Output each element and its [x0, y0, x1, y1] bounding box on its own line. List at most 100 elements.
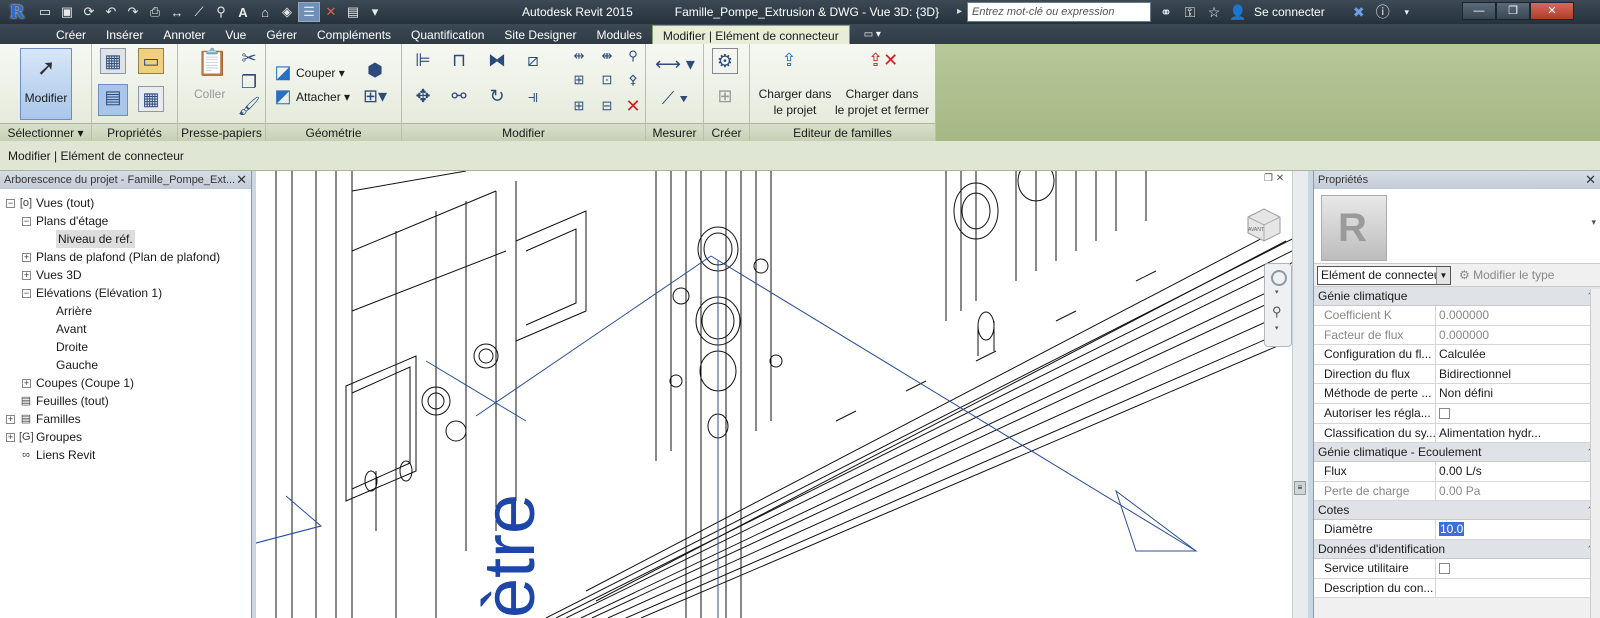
property-value[interactable]: Bidirectionnel	[1439, 367, 1511, 381]
align-icon[interactable]: ⊫	[410, 48, 436, 74]
property-value-cell[interactable]: 0.000000	[1436, 326, 1600, 345]
tree-node[interactable]: ▤ Feuilles (tout)	[0, 392, 251, 410]
application-menu-button[interactable]: R	[0, 0, 34, 24]
text-icon[interactable]: A	[232, 2, 254, 22]
redo-icon[interactable]: ↷	[122, 2, 144, 22]
property-value-cell[interactable]: 0.00 L/s	[1436, 462, 1600, 481]
cut-geometry-icon[interactable]: ◪	[270, 60, 296, 86]
viewcube-face[interactable]: AVANT	[1248, 227, 1264, 233]
category-params-icon[interactable]: ▦	[138, 86, 164, 112]
aligned-dimension-icon[interactable]: ⟋ ▾	[652, 86, 698, 112]
type-dropdown-icon[interactable]: ▾	[1591, 217, 1596, 228]
element-type-select[interactable]: Elément de connecteur ▼	[1317, 266, 1451, 285]
tree-node[interactable]: − Elévations (Elévation 1)	[0, 284, 251, 302]
property-value-cell[interactable]	[1436, 404, 1600, 423]
customize-qat-icon[interactable]: ▾	[364, 2, 386, 22]
mirror-draw-icon[interactable]: ⧄	[520, 48, 546, 74]
tree-node[interactable]: − [o] Vues (tout)	[0, 194, 251, 212]
property-value-cell[interactable]: 0.00 Pa	[1436, 482, 1600, 501]
switch-windows-icon[interactable]: ▤	[342, 2, 364, 22]
property-group-header[interactable]: Cotes⌃	[1314, 501, 1600, 521]
offset-icon[interactable]: ⊓	[446, 48, 472, 74]
modify-type-button[interactable]: ⚙ Modifier le type	[1459, 266, 1554, 285]
help-icon[interactable]: ⓘ	[1371, 2, 1395, 22]
paste-icon[interactable]: 📋	[196, 49, 228, 76]
search-expand-icon[interactable]: ▸	[957, 6, 962, 17]
property-group-header[interactable]: Données d'identification⌃	[1314, 539, 1600, 559]
tree-node[interactable]: Droite	[0, 338, 251, 356]
save-icon[interactable]: ▣	[56, 2, 78, 22]
scale-icon[interactable]: ⊡	[594, 68, 620, 94]
tag-icon[interactable]: ⚲	[210, 2, 232, 22]
join-geometry-icon[interactable]: ◩	[270, 84, 296, 110]
property-value[interactable]: 0.000000	[1439, 328, 1489, 342]
wall-joins-icon[interactable]: ⬢	[362, 58, 388, 84]
mirror-axis-icon[interactable]: ⧓	[484, 48, 510, 74]
tree-node[interactable]: + Vues 3D	[0, 266, 251, 284]
dimension-icon[interactable]: ⟋	[188, 2, 210, 22]
copy-icon[interactable]: ❐	[236, 70, 262, 96]
tree-node[interactable]: Gauche	[0, 356, 251, 374]
property-value[interactable]: Alimentation hydr...	[1439, 426, 1541, 440]
restore-button[interactable]: ❐	[1496, 2, 1530, 20]
steeringwheel-icon[interactable]	[1271, 270, 1287, 286]
expand-icon[interactable]: +	[22, 253, 31, 262]
viewport-scrollbar[interactable]: ≡	[1292, 171, 1308, 618]
user-icon[interactable]: 👤	[1226, 4, 1250, 21]
load-and-close-icon[interactable]: ⇪✕	[868, 48, 898, 74]
collapse-icon[interactable]: −	[6, 199, 15, 208]
property-checkbox[interactable]	[1439, 563, 1450, 575]
tab-modules[interactable]: Modules	[586, 25, 651, 45]
tab-site-designer[interactable]: Site Designer	[494, 25, 586, 45]
create-group-icon[interactable]: ⊞	[712, 84, 738, 110]
subscription-icon[interactable]: ⚿	[1178, 4, 1202, 21]
tree-node[interactable]: − Plans d'étage	[0, 212, 251, 230]
sync-icon[interactable]: ⟳	[78, 2, 100, 22]
3d-view-icon[interactable]: ⌂	[254, 2, 276, 22]
property-value-cell[interactable]: 10.0	[1436, 520, 1600, 539]
tree-node[interactable]: Arrière	[0, 302, 251, 320]
expand-icon[interactable]: +	[22, 379, 31, 388]
tab-complements[interactable]: Compléments	[307, 25, 401, 45]
tree-node[interactable]: + Plans de plafond (Plan de plafond)	[0, 248, 251, 266]
expand-icon[interactable]: +	[22, 271, 31, 280]
property-checkbox[interactable]	[1439, 408, 1450, 420]
exchange-apps-icon[interactable]: ✖	[1347, 4, 1371, 21]
measure-distance-icon[interactable]: ⟷ ▾	[652, 52, 698, 78]
scroll-thumb[interactable]: ≡	[1294, 481, 1306, 495]
tree-node[interactable]: + [G] Groupes	[0, 428, 251, 446]
type-properties-icon[interactable]: ▦	[100, 48, 126, 74]
modify-button[interactable]: ➚ Modifier	[20, 48, 72, 120]
property-value-cell[interactable]: Alimentation hydr...	[1436, 424, 1600, 443]
diameter-input[interactable]: 10.0	[1439, 522, 1465, 537]
panel-select-label[interactable]: Sélectionner ▾	[0, 123, 91, 141]
load-into-project-icon[interactable]: ⇪	[776, 48, 802, 74]
section-icon[interactable]: ◈	[276, 2, 298, 22]
trim-single-icon[interactable]: ⊞	[566, 94, 592, 120]
viewport-restore-icon[interactable]: ❐ ✕	[1264, 173, 1284, 184]
tab-quantification[interactable]: Quantification	[401, 25, 494, 45]
property-value[interactable]: Non défini	[1439, 386, 1493, 400]
expand-icon[interactable]: +	[6, 415, 15, 424]
zoom-icon[interactable]: ⚲	[1272, 304, 1282, 320]
close-button[interactable]: ✕	[1530, 2, 1574, 20]
properties-scrollbar[interactable]	[1590, 289, 1600, 618]
help-dropdown-icon[interactable]: ▾	[1395, 7, 1419, 18]
tab-gerer[interactable]: Gérer	[256, 25, 307, 45]
ribbon-minimize-icon[interactable]: ▭ ▾	[864, 25, 881, 45]
tree-node[interactable]: Avant	[0, 320, 251, 338]
tree-node[interactable]: Niveau de réf.	[0, 230, 251, 248]
array-icon[interactable]: ⊞	[566, 68, 592, 94]
property-group-header[interactable]: Génie climatique - Ecoulement⌃	[1314, 443, 1600, 463]
tab-inserer[interactable]: Insérer	[96, 25, 153, 45]
create-similar-icon[interactable]: ⚙	[712, 48, 738, 74]
binoculars-icon[interactable]: ⚭	[1154, 4, 1178, 21]
pin-icon[interactable]: ⚲	[620, 44, 646, 70]
property-value[interactable]: Calculée	[1439, 347, 1486, 361]
unpin-icon[interactable]: ⚴	[620, 68, 646, 94]
undo-icon[interactable]: ↶	[100, 2, 122, 22]
split-element-icon[interactable]: ⇹	[566, 44, 592, 70]
trim-extend-icon[interactable]: ⫣	[520, 84, 546, 110]
rotate-icon[interactable]: ↻	[484, 84, 510, 110]
tree-node[interactable]: ∞ Liens Revit	[0, 446, 251, 464]
